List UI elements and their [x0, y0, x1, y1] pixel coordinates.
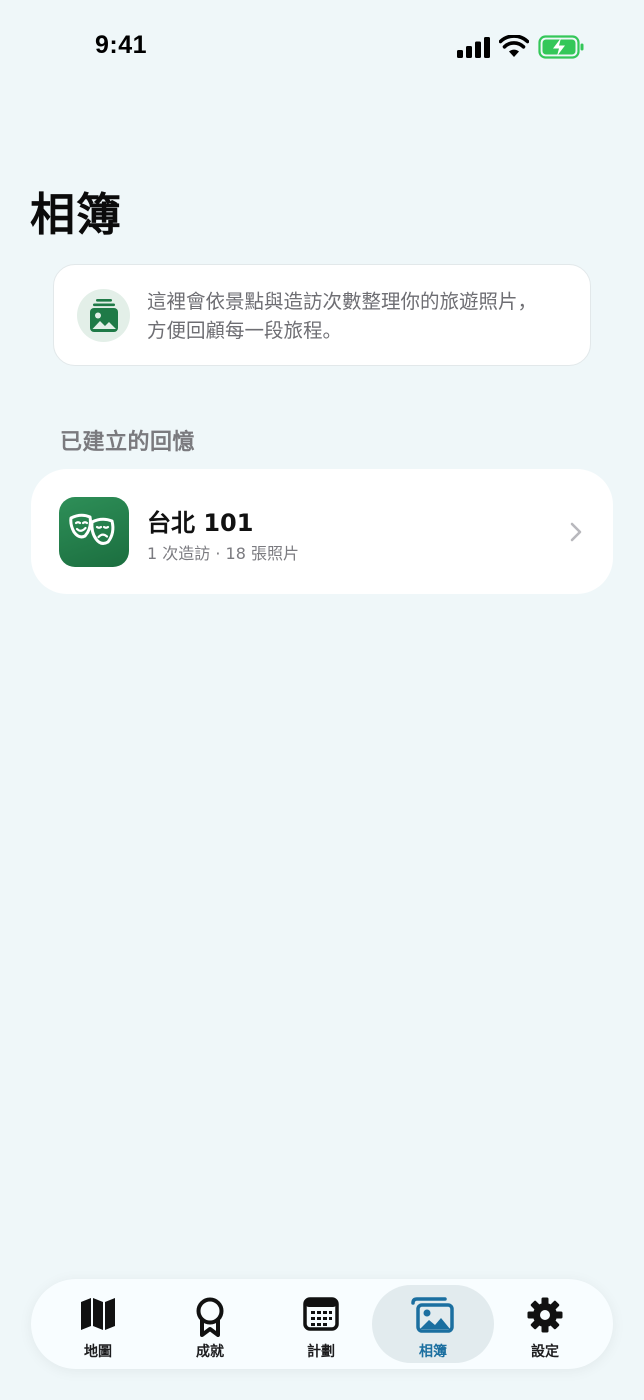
tab-label: 地圖: [84, 1344, 112, 1360]
cellular-signal-icon: [457, 37, 490, 58]
memory-subtitle: 1 次造訪 · 18 張照片: [147, 544, 299, 563]
section-label: 已建立的回憶: [60, 430, 196, 455]
status-bar: 9:41: [0, 0, 644, 96]
tab-label: 設定: [531, 1344, 559, 1360]
tab-label: 相簿: [419, 1344, 447, 1360]
memory-title: 台北 101: [147, 509, 254, 537]
gear-icon: [527, 1297, 563, 1333]
status-time: 9:41: [95, 31, 148, 59]
calendar-icon: [303, 1297, 339, 1331]
info-icon-container: [77, 289, 130, 342]
map-icon: [81, 1298, 115, 1330]
photo-stack-icon: [90, 299, 118, 332]
battery-charging-icon: [538, 35, 584, 59]
tab-map[interactable]: 地圖: [37, 1285, 159, 1363]
page-title: 相簿: [30, 188, 123, 241]
tab-label: 計劃: [307, 1344, 335, 1360]
info-description: 這裡會依景點與造訪次數整理你的旅遊照片，方便回顧每一段旅程。: [147, 290, 538, 342]
wifi-icon: [499, 35, 529, 57]
tab-bar: 地圖 成就 計劃 相簿 設定: [31, 1279, 613, 1369]
tab-label: 成就: [196, 1344, 224, 1360]
tab-settings[interactable]: 設定: [484, 1285, 606, 1363]
tab-album[interactable]: 相簿: [372, 1285, 494, 1363]
award-icon: [196, 1297, 224, 1337]
photo-album-icon: [411, 1297, 454, 1333]
theater-masks-icon: [69, 513, 115, 545]
tab-achievements[interactable]: 成就: [149, 1285, 271, 1363]
tab-plan[interactable]: 計劃: [260, 1285, 382, 1363]
info-card: 這裡會依景點與造訪次數整理你的旅遊照片，方便回顧每一段旅程。: [53, 264, 591, 366]
chevron-right-icon: [570, 522, 582, 542]
memory-thumbnail: [59, 497, 129, 567]
memory-card[interactable]: 台北 101 1 次造訪 · 18 張照片: [31, 469, 613, 594]
